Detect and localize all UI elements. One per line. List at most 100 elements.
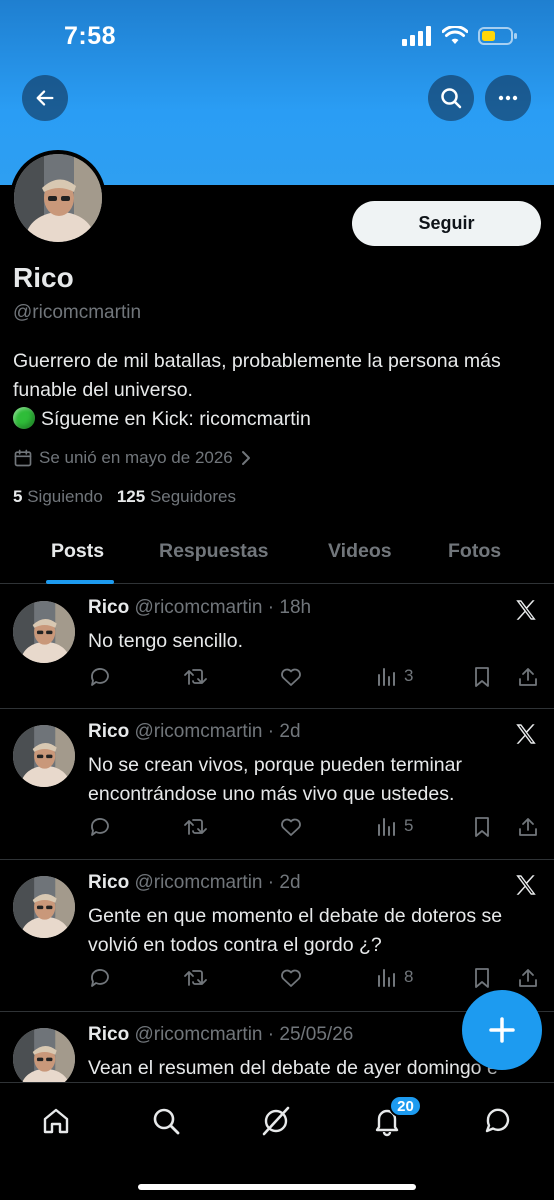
tweet-header: Rico @ricomcmartin · 2d bbox=[88, 872, 301, 894]
signal-icon bbox=[402, 26, 431, 46]
home-indicator bbox=[138, 1184, 416, 1190]
tweet-meta: @ricomcmartin · 18h bbox=[134, 597, 312, 618]
share-button[interactable] bbox=[516, 665, 540, 689]
search-button[interactable] bbox=[428, 75, 474, 121]
wifi-icon bbox=[442, 26, 468, 44]
tweet-avatar[interactable] bbox=[13, 876, 75, 938]
views-count: 8 bbox=[404, 967, 414, 986]
heart-icon bbox=[281, 818, 301, 836]
profile-tabs: Posts Respuestas Videos Fotos bbox=[0, 530, 554, 584]
like-button[interactable] bbox=[279, 815, 303, 839]
battery-icon bbox=[478, 27, 517, 45]
nav-grok[interactable] bbox=[256, 1101, 296, 1141]
bookmark-button[interactable] bbox=[471, 815, 493, 839]
views-chart-icon bbox=[378, 818, 395, 836]
grok-icon bbox=[262, 1106, 290, 1136]
reply-button[interactable] bbox=[88, 815, 112, 839]
more-button[interactable] bbox=[485, 75, 531, 121]
views-button[interactable]: 8 bbox=[376, 966, 413, 988]
joined-text: Se unió en mayo de 2026 bbox=[39, 448, 233, 467]
bottom-navigation: 20 bbox=[0, 1082, 554, 1200]
tweet-meta: @ricomcmartin · 2d bbox=[134, 721, 301, 742]
notifications-badge: 20 bbox=[389, 1095, 422, 1117]
reply-icon bbox=[91, 668, 109, 686]
views-count: 3 bbox=[404, 666, 414, 685]
tweet-author-name[interactable]: Rico bbox=[88, 597, 129, 618]
share-button[interactable] bbox=[516, 815, 540, 839]
tab-active-indicator bbox=[46, 580, 114, 584]
reply-button[interactable] bbox=[88, 665, 112, 689]
compose-button[interactable] bbox=[462, 990, 542, 1070]
arrow-left-icon bbox=[36, 90, 54, 106]
repost-icon bbox=[184, 819, 207, 835]
like-button[interactable] bbox=[279, 966, 303, 990]
views-button[interactable]: 3 bbox=[376, 665, 413, 687]
views-button[interactable]: 5 bbox=[376, 815, 413, 837]
tweet-author-name[interactable]: Rico bbox=[88, 872, 129, 893]
share-icon bbox=[519, 969, 537, 987]
plus-icon bbox=[489, 1017, 515, 1043]
reply-button[interactable] bbox=[88, 966, 112, 990]
profile-avatar[interactable] bbox=[10, 150, 106, 246]
search-icon bbox=[441, 88, 462, 109]
joined-date[interactable]: Se unió en mayo de 2026 bbox=[13, 448, 253, 468]
tab-respuestas[interactable]: Respuestas bbox=[159, 540, 268, 563]
x-logo-icon bbox=[513, 721, 539, 752]
tweet-avatar[interactable] bbox=[13, 725, 75, 787]
bookmark-button[interactable] bbox=[471, 966, 493, 990]
heart-icon bbox=[281, 668, 301, 686]
tweet-meta: @ricomcmartin · 25/05/26 bbox=[134, 1024, 354, 1045]
tweet-header: Rico @ricomcmartin · 18h bbox=[88, 597, 311, 619]
profile-name: Rico bbox=[13, 262, 74, 293]
bookmark-button[interactable] bbox=[471, 665, 493, 689]
tweet-text: No tengo sencillo. bbox=[88, 630, 244, 652]
home-icon bbox=[43, 1108, 69, 1134]
repost-button[interactable] bbox=[183, 966, 209, 990]
bio-kick-line: Sígueme en Kick: ricomcmartin bbox=[13, 405, 533, 434]
tweet-avatar[interactable] bbox=[13, 1028, 75, 1090]
chat-icon bbox=[485, 1108, 510, 1133]
follow-counts: 5 Siguiendo 125 Seguidores bbox=[13, 487, 236, 507]
back-button[interactable] bbox=[22, 75, 68, 121]
followers-link[interactable]: 125 Seguidores bbox=[117, 487, 236, 507]
share-icon bbox=[519, 818, 537, 836]
nav-home[interactable] bbox=[36, 1101, 76, 1141]
share-icon bbox=[519, 668, 537, 686]
repost-icon bbox=[184, 970, 207, 986]
tweet-author-name[interactable]: Rico bbox=[88, 721, 129, 742]
nav-search[interactable] bbox=[146, 1101, 186, 1141]
tweet[interactable]: Rico @ricomcmartin · 2d Gente en que mom… bbox=[0, 860, 554, 1012]
tab-videos[interactable]: Videos bbox=[328, 540, 392, 563]
following-link[interactable]: 5 Siguiendo bbox=[13, 487, 103, 507]
tweet-text: Gente en que momento el debate de dotero… bbox=[88, 905, 503, 956]
profile-bio: Guerrero de mil batallas, probablemente … bbox=[13, 347, 533, 434]
tweet-actions: 8 bbox=[88, 966, 543, 994]
bookmark-icon bbox=[475, 817, 489, 837]
repost-button[interactable] bbox=[183, 815, 209, 839]
bio-line: Guerrero de mil batallas, probablemente … bbox=[13, 350, 501, 401]
tweet-avatar[interactable] bbox=[13, 601, 75, 663]
repost-icon bbox=[184, 669, 207, 685]
profile-handle: @ricomcmartin bbox=[13, 302, 142, 323]
calendar-icon bbox=[14, 449, 32, 467]
tab-posts[interactable]: Posts bbox=[51, 540, 104, 563]
views-count: 5 bbox=[404, 816, 414, 835]
tweet-actions: 5 bbox=[88, 815, 543, 843]
followers-label: Seguidores bbox=[149, 487, 236, 506]
following-count: 5 bbox=[13, 487, 23, 506]
tweet-author-name[interactable]: Rico bbox=[88, 1024, 129, 1045]
repost-button[interactable] bbox=[183, 665, 209, 689]
heart-icon bbox=[281, 969, 301, 987]
tweet-text: No se crean vivos, porque pueden termina… bbox=[88, 754, 462, 805]
tweet-text: Vean el resumen del debate de ayer domin… bbox=[88, 1057, 498, 1079]
like-button[interactable] bbox=[279, 665, 303, 689]
more-horizontal-icon bbox=[498, 95, 518, 101]
tweet[interactable]: Rico @ricomcmartin · 2d No se crean vivo… bbox=[0, 709, 554, 860]
status-icons bbox=[402, 26, 518, 46]
follow-button[interactable]: Seguir bbox=[352, 201, 541, 246]
share-button[interactable] bbox=[516, 966, 540, 990]
tab-fotos[interactable]: Fotos bbox=[448, 540, 501, 563]
tweet-actions: 3 bbox=[88, 665, 543, 693]
tweet[interactable]: Rico @ricomcmartin · 18h No tengo sencil… bbox=[0, 585, 554, 709]
nav-messages[interactable] bbox=[478, 1101, 518, 1141]
